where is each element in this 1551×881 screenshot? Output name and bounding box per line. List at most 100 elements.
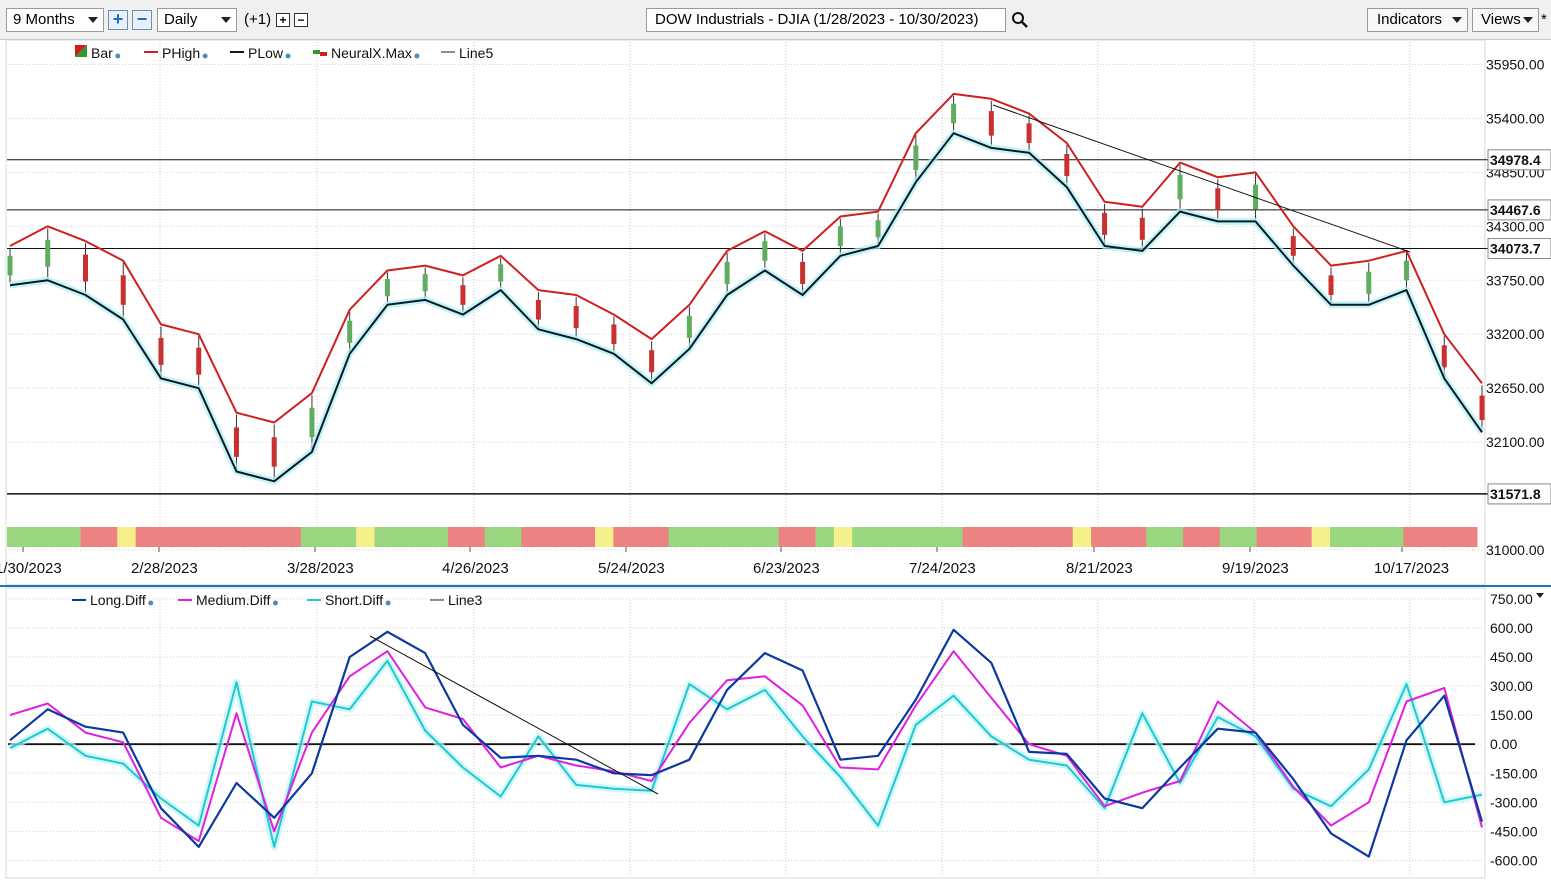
state-segment [1403, 527, 1423, 547]
state-segment [374, 527, 394, 547]
price-bar [233, 427, 239, 457]
legend-label: Bar [91, 45, 113, 61]
y-tick-label: -600.00 [1490, 852, 1538, 868]
price-bar [875, 220, 881, 238]
price-bar [82, 254, 88, 282]
state-segment [1183, 527, 1202, 547]
state-segment [539, 527, 559, 547]
x-tick-label: 6/23/2023 [753, 560, 820, 577]
offset-label: (+1) [244, 11, 272, 28]
state-segment [448, 527, 467, 547]
state-segment [1146, 527, 1166, 547]
legend-dot-icon [285, 53, 291, 59]
oscillator-panel[interactable] [5, 587, 1486, 879]
state-segment [172, 527, 192, 547]
legend-dot-icon [115, 53, 121, 59]
more-marker[interactable]: * [1541, 8, 1547, 32]
price-bar [686, 315, 692, 338]
price-bar [309, 407, 315, 438]
state-segment [1421, 527, 1441, 547]
state-segment [1127, 527, 1147, 547]
state-segment [282, 527, 302, 547]
price-bar [45, 239, 51, 267]
search-icon[interactable] [1011, 11, 1029, 29]
period-select[interactable]: 9 Months [6, 8, 104, 32]
state-segment [613, 527, 633, 547]
price-bar [1290, 236, 1296, 256]
state-segment [907, 527, 927, 547]
price-bar [384, 279, 390, 297]
state-segment [1238, 527, 1257, 547]
y-tick-label: 32650.00 [1486, 380, 1545, 396]
symbol-field[interactable]: DOW Industrials - DJIA (1/28/2023 - 10/3… [646, 8, 1006, 32]
x-tick-label: 8/21/2023 [1066, 560, 1133, 577]
y-tick-label: -450.00 [1490, 823, 1538, 839]
state-segment [833, 527, 853, 547]
y-tick-label: 35950.00 [1486, 57, 1545, 73]
price-bar [1177, 174, 1183, 200]
state-segment [815, 527, 835, 547]
price-bar [498, 264, 504, 282]
state-segment [686, 527, 706, 547]
plus-icon[interactable]: + [108, 10, 128, 30]
state-segment [760, 527, 780, 547]
price-bar [1441, 345, 1447, 368]
state-segment [227, 527, 247, 547]
views-button[interactable]: Views [1472, 8, 1539, 32]
chart-area: 35950.0035400.0034850.0034300.0033750.00… [0, 40, 1551, 881]
minus-icon[interactable]: − [132, 10, 152, 30]
price-tag-label: 31571.8 [1490, 486, 1541, 502]
state-segment [503, 527, 522, 547]
price-bar [611, 324, 617, 345]
state-segment [1348, 527, 1368, 547]
state-segment [356, 527, 375, 547]
state-segment [1311, 527, 1331, 547]
state-segment [576, 527, 596, 547]
state-segment [98, 527, 118, 547]
price-bar [1328, 275, 1334, 295]
state-segment [650, 527, 669, 547]
x-tick-label: 1/30/2023 [0, 560, 62, 577]
price-bar [1479, 395, 1485, 421]
interval-select[interactable]: Daily [157, 8, 237, 32]
price-bar [573, 306, 579, 329]
price-bar [120, 275, 126, 305]
price-panel[interactable] [5, 40, 1486, 586]
y-tick-label: 750.00 [1490, 591, 1533, 607]
price-bar [196, 347, 202, 375]
price-bar [988, 111, 994, 136]
state-segment [429, 527, 449, 547]
legend-dot-icon [414, 53, 420, 59]
legend-label: NeuralX.Max [331, 45, 412, 61]
chevron-down-icon [1523, 17, 1533, 23]
legend-dot-icon [202, 53, 208, 59]
state-segment [1274, 527, 1294, 547]
price-bar [1064, 154, 1070, 177]
price-bar [535, 299, 541, 320]
price-bar [1404, 260, 1410, 281]
state-segment [411, 527, 431, 547]
state-segment [264, 527, 284, 547]
state-segment [245, 527, 265, 547]
chevron-down-icon [221, 17, 231, 23]
state-segment [595, 527, 614, 547]
indicators-label: Indicators [1377, 11, 1443, 28]
state-segment [135, 527, 155, 547]
price-bar [951, 103, 957, 124]
period-value: 9 Months [13, 11, 75, 28]
indicators-button[interactable]: Indicators [1367, 8, 1468, 32]
state-segment [1072, 527, 1092, 547]
x-tick-label: 10/17/2023 [1374, 560, 1449, 577]
state-segment [190, 527, 210, 547]
state-segment [1219, 527, 1239, 547]
state-segment [484, 527, 504, 547]
x-tick-label: 4/26/2023 [442, 560, 509, 577]
price-bar [800, 261, 806, 284]
y-tick-label: 450.00 [1490, 649, 1533, 665]
y-tick-label: 35400.00 [1486, 110, 1545, 126]
state-segment [962, 527, 982, 547]
offset-plus-icon[interactable]: + [276, 13, 290, 27]
offset-minus-icon[interactable]: − [294, 13, 308, 27]
state-segment [1330, 527, 1349, 547]
state-segment [521, 527, 541, 547]
